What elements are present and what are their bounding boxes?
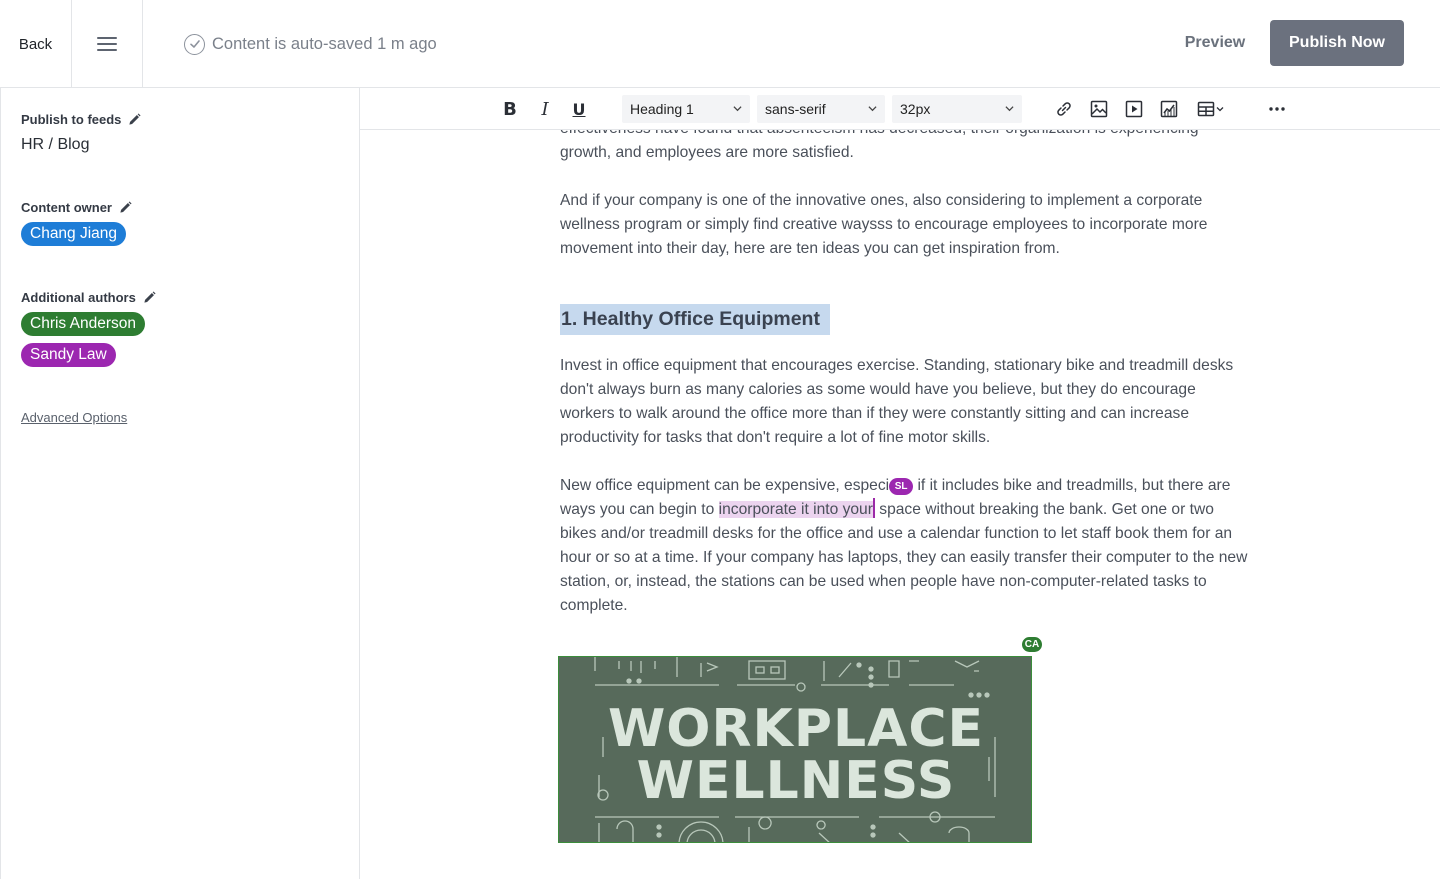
text-run: New office equipment can be expensive, e…: [560, 477, 890, 494]
chart-icon[interactable]: [1156, 96, 1182, 122]
chevron-down-icon: [1005, 106, 1014, 112]
font-family-select[interactable]: sans-serif: [757, 95, 885, 123]
owner-section-label: Content owner: [21, 200, 132, 215]
back-button[interactable]: Back: [0, 0, 72, 88]
authors-label: Additional authors: [21, 290, 136, 305]
chevron-down-icon: [868, 106, 877, 112]
settings-sidebar: Publish to feeds HR / Blog Content owner…: [0, 88, 360, 879]
autosave-status: Content is auto-saved 1 m ago: [184, 33, 437, 55]
italic-button[interactable]: I: [532, 96, 558, 122]
article-body[interactable]: effectiveness have found that absenteeis…: [560, 130, 1250, 642]
author-chip[interactable]: Sandy Law: [21, 343, 116, 367]
workplace-wellness-image[interactable]: WORKPLACE WELLNESS: [558, 656, 1032, 843]
block-style-value: Heading 1: [630, 101, 694, 117]
owner-chip[interactable]: Chang Jiang: [21, 222, 127, 246]
paragraph[interactable]: Invest in office equipment that encourag…: [560, 354, 1250, 450]
image-title-line-1: WORKPLACE: [607, 699, 985, 759]
feeds-section-label: Publish to feeds: [21, 112, 141, 127]
owner-label: Content owner: [21, 200, 112, 215]
hamburger-icon: [97, 37, 117, 51]
collaborator-cursor-tag: CA: [1020, 635, 1044, 654]
font-size-value: 32px: [900, 101, 931, 117]
table-icon[interactable]: [1191, 96, 1231, 122]
check-circle-icon: [184, 33, 205, 55]
more-icon[interactable]: [1264, 96, 1290, 122]
heading-selected[interactable]: 1. Healthy Office Equipment: [560, 304, 830, 335]
author-chip[interactable]: Chris Anderson: [21, 312, 145, 336]
autosave-text: Content is auto-saved 1 m ago: [212, 34, 437, 53]
authors-section-label: Additional authors: [21, 290, 156, 305]
link-icon[interactable]: [1051, 96, 1077, 122]
advanced-options-link[interactable]: Advanced Options: [21, 410, 127, 425]
paragraph[interactable]: And if your company is one of the innova…: [560, 189, 1250, 261]
video-icon[interactable]: [1121, 96, 1147, 122]
bold-button[interactable]: B: [497, 96, 523, 122]
block-style-select[interactable]: Heading 1: [622, 95, 750, 123]
feeds-label: Publish to feeds: [21, 112, 122, 127]
paragraph[interactable]: New office equipment can be expensive, e…: [560, 474, 1250, 618]
paragraph[interactable]: effectiveness have found that absenteeis…: [560, 130, 1250, 165]
pencil-icon[interactable]: [128, 113, 141, 126]
font-family-value: sans-serif: [765, 101, 826, 117]
preview-button[interactable]: Preview: [1174, 20, 1256, 66]
editor-toolbar: B I U Heading 1 sans-serif 32px: [360, 88, 1440, 130]
pencil-icon[interactable]: [143, 291, 156, 304]
collaborator-selection: incorporate it into your: [718, 501, 873, 518]
menu-button[interactable]: [72, 0, 143, 88]
image-title-line-2: WELLNESS: [636, 751, 956, 811]
pencil-icon[interactable]: [119, 201, 132, 214]
underline-button[interactable]: U: [566, 96, 592, 122]
feeds-value: HR / Blog: [21, 136, 90, 153]
publish-now-button[interactable]: Publish Now: [1270, 20, 1404, 66]
top-bar: Back Content is auto-saved 1 m ago Previ…: [0, 0, 1440, 88]
font-size-select[interactable]: 32px: [892, 95, 1022, 123]
image-icon[interactable]: [1086, 96, 1112, 122]
chevron-down-icon: [733, 106, 742, 112]
collaborator-cursor-tag: SL: [889, 478, 914, 495]
editor-canvas[interactable]: effectiveness have found that absenteeis…: [360, 130, 1440, 879]
